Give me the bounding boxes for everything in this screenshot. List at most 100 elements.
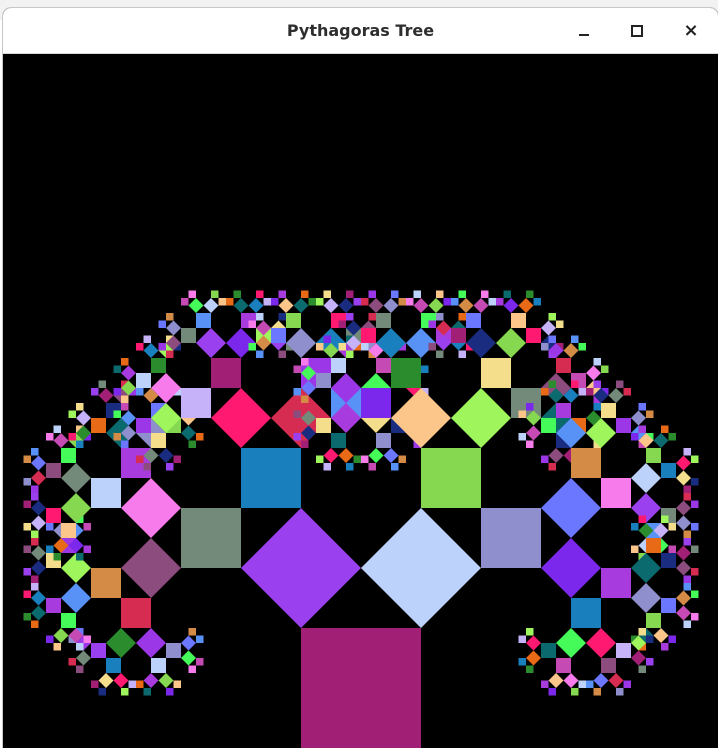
tree-square (526, 650, 541, 666)
tree-square (556, 403, 571, 418)
tree-square (31, 530, 39, 538)
tree-square (293, 433, 301, 441)
tree-square (166, 350, 174, 358)
tree-square (166, 320, 181, 336)
fractal-canvas[interactable] (3, 54, 718, 748)
tree-square (166, 643, 181, 658)
tree-square (278, 290, 286, 298)
tree-square (638, 665, 646, 673)
tree-square (496, 298, 504, 306)
tree-square (196, 433, 204, 441)
tree-square (638, 515, 646, 523)
tree-square (53, 643, 61, 651)
tree-square (541, 478, 601, 538)
tree-square (181, 388, 211, 418)
tree-square (121, 538, 181, 598)
tree-square (638, 425, 646, 433)
tree-square (31, 575, 39, 583)
tree-square (76, 553, 84, 561)
tree-square (361, 328, 376, 343)
tree-square (578, 388, 586, 396)
tree-square (128, 680, 136, 688)
tree-square (368, 448, 384, 463)
title-bar[interactable]: Pythagoras Tree × (3, 8, 718, 54)
tree-square (23, 590, 31, 598)
tree-square (511, 313, 526, 328)
close-button[interactable]: × (677, 17, 705, 45)
minimize-button[interactable] (570, 17, 598, 45)
tree-square (668, 433, 676, 441)
tree-square (368, 463, 376, 471)
tree-square (526, 403, 534, 411)
tree-square (578, 343, 586, 351)
tree-square (428, 320, 436, 328)
tree-square (691, 545, 699, 553)
tree-square (526, 628, 534, 636)
tree-square (136, 455, 144, 463)
tree-square (683, 530, 691, 538)
tree-square (61, 613, 76, 628)
tree-square (301, 290, 309, 298)
tree-square (473, 298, 489, 313)
tree-square (331, 433, 346, 448)
tree-square (421, 365, 429, 373)
tree-square (91, 418, 106, 433)
tree-square (278, 350, 286, 358)
tree-square (113, 365, 121, 373)
tree-square (256, 350, 264, 358)
tree-square (98, 388, 114, 403)
tree-square (121, 478, 181, 538)
tree-square (383, 448, 399, 463)
tree-square (211, 388, 271, 448)
tree-square (173, 455, 181, 463)
tree-square (676, 455, 691, 471)
tree-square (83, 635, 91, 643)
tree-square (61, 463, 91, 493)
maximize-button[interactable] (623, 17, 651, 45)
tree-square (518, 410, 526, 418)
tree-square (331, 358, 346, 373)
tree-square (323, 298, 339, 313)
tree-square (91, 388, 99, 396)
tree-square (293, 410, 301, 418)
tree-square (691, 478, 699, 486)
tree-square (601, 403, 616, 418)
tree-square (623, 680, 631, 688)
tree-square (301, 403, 309, 411)
tree-square (106, 628, 136, 658)
app-window: Pythagoras Tree × (3, 8, 718, 748)
tree-square (323, 335, 331, 343)
tree-square (338, 448, 354, 463)
tree-square (46, 545, 54, 553)
tree-square (586, 680, 594, 688)
tree-square (481, 508, 541, 568)
tree-square (481, 358, 511, 388)
tree-square (46, 598, 61, 613)
tree-square (541, 680, 549, 688)
tree-square (541, 343, 549, 351)
tree-square (158, 343, 166, 351)
tree-square (136, 373, 151, 388)
tree-square (91, 478, 121, 508)
tree-square (293, 298, 309, 313)
tree-square (533, 298, 541, 306)
tree-square (661, 425, 669, 433)
tree-square (668, 545, 676, 553)
tree-square (91, 680, 99, 688)
tree-square (391, 358, 421, 388)
tree-square (113, 410, 121, 418)
tree-square (631, 410, 646, 426)
tree-square (548, 448, 564, 463)
tree-square (631, 553, 661, 583)
tree-square (196, 635, 204, 643)
tree-square (121, 358, 129, 366)
tree-square (571, 380, 579, 388)
tree-square (398, 455, 406, 463)
tree-square (458, 298, 474, 313)
tree-square (556, 628, 586, 658)
tree-square (233, 290, 241, 298)
tree-square (278, 313, 286, 321)
tree-square (593, 673, 609, 688)
tree-square (526, 425, 541, 441)
tree-square (548, 335, 556, 343)
